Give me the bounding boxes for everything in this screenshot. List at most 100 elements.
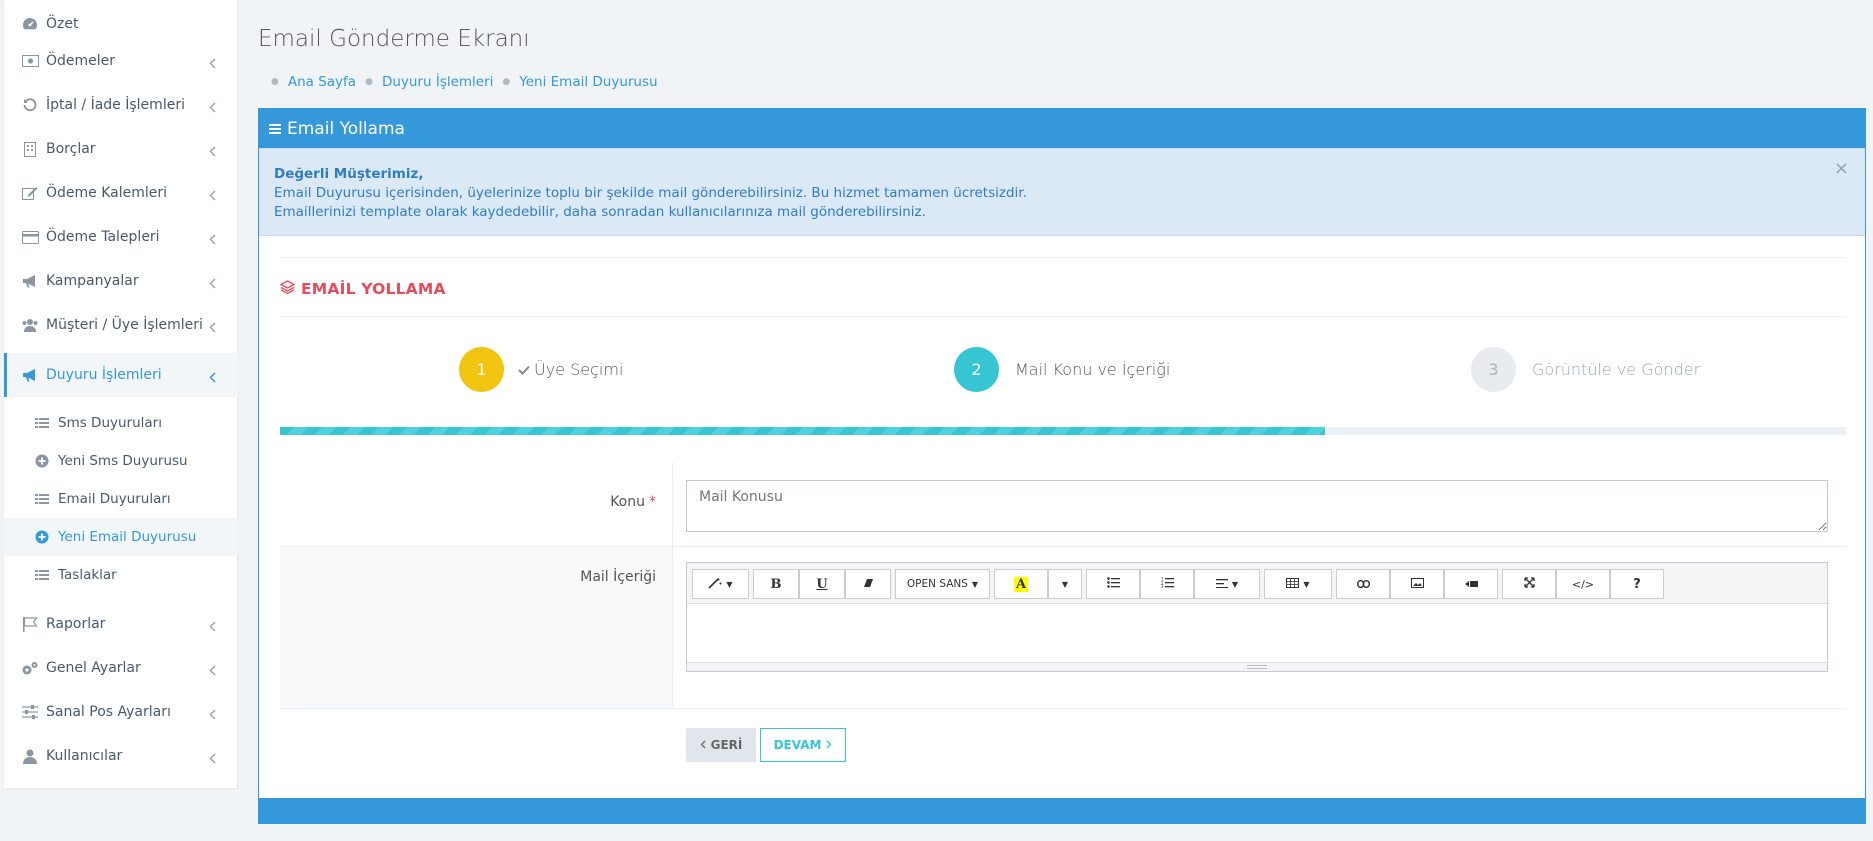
sidebar-item-duyuru-islemleri[interactable]: Duyuru İşlemleri	[4, 353, 238, 397]
sidebar-item-borclar[interactable]: Borçlar	[4, 127, 238, 171]
chevron-left-icon	[209, 749, 216, 768]
breadcrumb: ● Ana Sayfa ● Duyuru İşlemleri ● Yeni Em…	[262, 74, 658, 90]
underline-button[interactable]: U	[799, 569, 845, 599]
sidebar-item-label: Kullanıcılar	[46, 748, 123, 764]
submenu-item-label: Yeni Sms Duyurusu	[58, 453, 188, 469]
editor-toolbar: ▼ B U OPEN SANS ▼ A ▼ 123 ▼ ▼ </> ?	[687, 563, 1827, 604]
wizard-progress	[280, 427, 1846, 435]
chevron-left-icon	[209, 186, 216, 205]
users-icon	[20, 315, 40, 335]
section-title-text: EMAİL YOLLAMA	[301, 279, 446, 298]
bold-button[interactable]: B	[753, 569, 799, 599]
submenu-item-taslaklar[interactable]: Taslaklar	[4, 556, 238, 594]
mail-content-editor: ▼ B U OPEN SANS ▼ A ▼ 123 ▼ ▼ </> ?	[686, 562, 1828, 672]
help-button[interactable]: ?	[1610, 569, 1664, 599]
sidebar-item-label: Ödeme Kalemleri	[46, 185, 168, 201]
sidebar-item-label: Özet	[46, 16, 79, 32]
table-dropdown[interactable]: ▼	[1264, 569, 1332, 599]
sidebar-item-kampanyalar[interactable]: Kampanyalar	[4, 259, 238, 303]
plus-circle-icon	[34, 529, 50, 545]
insert-link-button[interactable]	[1336, 569, 1390, 599]
chevron-left-icon	[209, 230, 216, 249]
code-view-button[interactable]: </>	[1556, 569, 1610, 599]
sidebar-item-odeme-kalemleri[interactable]: Ödeme Kalemleri	[4, 171, 238, 215]
magic-wand-icon	[708, 577, 722, 592]
sidebar-item-odemeler[interactable]: Ödemeler	[4, 39, 238, 83]
sidebar-item-label: Genel Ayarlar	[46, 660, 141, 676]
submenu-item-email-duyurulari[interactable]: Email Duyuruları	[4, 480, 238, 518]
insert-image-button[interactable]	[1390, 569, 1444, 599]
breadcrumb-separator: ●	[271, 77, 279, 87]
wizard-step-1[interactable]: 1 Üye Seçimi	[459, 347, 623, 392]
section-title: EMAİL YOLLAMA	[279, 279, 446, 298]
sidebar-item-kullanicilar[interactable]: Kullanıcılar	[4, 734, 238, 778]
progress-fill	[280, 427, 1325, 435]
flag-icon	[20, 614, 40, 634]
panel-header: Email Yollama	[259, 109, 1865, 148]
wizard-step-3[interactable]: 3 Görüntüle ve Gönder	[1471, 347, 1700, 392]
submenu-item-sms-duyurulari[interactable]: Sms Duyuruları	[4, 404, 238, 442]
chevron-left-icon	[209, 368, 216, 387]
style-magic-button[interactable]: ▼	[692, 569, 749, 599]
chevron-left-icon	[209, 705, 216, 724]
sidebar-item-iptal-iade[interactable]: İptal / İade İşlemleri	[4, 83, 238, 127]
chevron-left-icon	[209, 617, 216, 636]
eraser-icon	[863, 578, 874, 591]
sidebar-item-label: Borçlar	[46, 141, 96, 157]
edit-icon	[20, 183, 40, 203]
font-family-dropdown[interactable]: OPEN SANS ▼	[895, 569, 990, 599]
sidebar-item-label: Kampanyalar	[46, 273, 139, 289]
sidebar-item-genel-ayarlar[interactable]: Genel Ayarlar	[4, 646, 238, 690]
panel-title: Email Yollama	[287, 118, 405, 139]
editor-resize-handle[interactable]	[687, 662, 1827, 671]
form-label-col: Konu *	[280, 462, 673, 546]
submenu-item-yeni-sms[interactable]: Yeni Sms Duyurusu	[4, 442, 238, 480]
breadcrumb-link-duyuru[interactable]: Duyuru İşlemleri	[382, 74, 493, 90]
video-icon	[1464, 578, 1478, 591]
back-button[interactable]: GERİ	[686, 728, 756, 762]
divider	[280, 257, 1846, 258]
submenu-item-yeni-email[interactable]: Yeni Email Duyurusu	[4, 518, 238, 556]
sidebar-item-label: Ödeme Talepleri	[46, 229, 160, 245]
insert-video-button[interactable]	[1444, 569, 1498, 599]
sidebar-item-label: Duyuru İşlemleri	[46, 367, 162, 383]
user-icon	[20, 746, 40, 766]
alert-heading: Değerli Müşterimiz,	[274, 166, 424, 182]
subject-input[interactable]	[686, 480, 1828, 532]
color-dropdown-button[interactable]: ▼	[1048, 569, 1082, 599]
breadcrumb-link-current[interactable]: Yeni Email Duyurusu	[519, 74, 657, 90]
submenu-item-label: Email Duyuruları	[58, 491, 171, 507]
numbered-list-button[interactable]: 123	[1140, 569, 1194, 599]
building-icon	[20, 139, 40, 159]
breadcrumb-link-home[interactable]: Ana Sayfa	[288, 74, 356, 90]
wizard-step-2[interactable]: 2 Mail Konu ve İçeriği	[954, 347, 1170, 392]
sidebar-item-label: İptal / İade İşlemleri	[46, 97, 185, 113]
subject-label: Konu *	[610, 494, 656, 510]
list-ol-icon: 123	[1161, 577, 1174, 591]
list-ul-icon	[1106, 577, 1120, 591]
list-icon	[34, 567, 50, 583]
fullscreen-button[interactable]	[1502, 569, 1556, 599]
sidebar-item-odeme-talepleri[interactable]: Ödeme Talepleri	[4, 215, 238, 259]
image-icon	[1410, 577, 1424, 591]
clear-format-button[interactable]	[845, 569, 891, 599]
submenu-item-label: Sms Duyuruları	[58, 415, 162, 431]
highlight-color-button[interactable]: A	[994, 569, 1048, 599]
gears-icon	[20, 658, 40, 678]
sidebar-item-sanal-pos[interactable]: Sanal Pos Ayarları	[4, 690, 238, 734]
bullet-list-button[interactable]	[1086, 569, 1140, 599]
paragraph-align-dropdown[interactable]: ▼	[1194, 569, 1260, 599]
sidebar-item-label: Raporlar	[46, 616, 106, 632]
step-number: 3	[1471, 347, 1516, 392]
chevron-left-icon	[209, 661, 216, 680]
next-button[interactable]: DEVAM	[760, 728, 846, 762]
chevron-left-icon	[209, 318, 216, 337]
sidebar-item-musteri-uye[interactable]: Müşteri / Üye İşlemleri	[4, 303, 238, 347]
sidebar-item-raporlar[interactable]: Raporlar	[4, 602, 238, 646]
dashboard-icon	[20, 14, 40, 34]
editor-content-area[interactable]	[687, 604, 1827, 664]
content-label: Mail İçeriği	[580, 569, 656, 585]
caret-down-icon: ▼	[726, 579, 733, 589]
alert-close-button[interactable]: ×	[1834, 159, 1849, 178]
check-icon	[518, 360, 530, 379]
